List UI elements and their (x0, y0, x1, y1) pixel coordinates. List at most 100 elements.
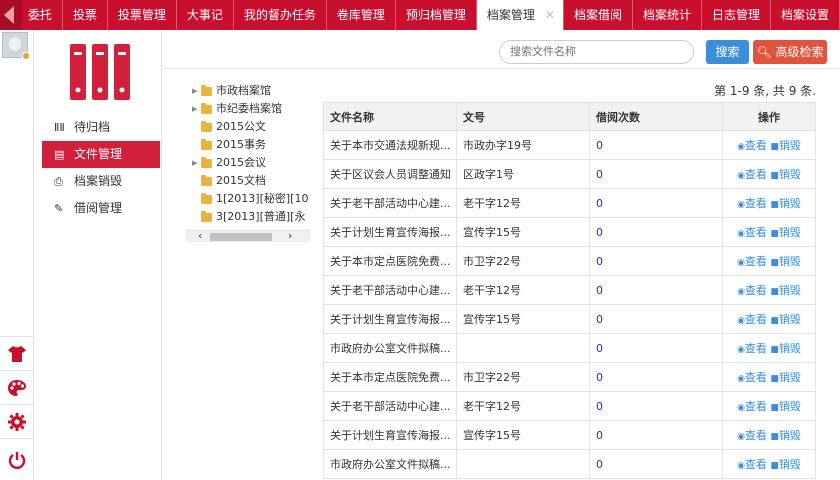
close-icon[interactable]: ✕ (545, 0, 555, 30)
destroy-link[interactable]: ■销毁 (770, 197, 801, 210)
view-link[interactable]: ◉查看 (737, 139, 767, 152)
tab-0[interactable]: 委托 (22, 0, 63, 30)
eye-icon: ◉ (737, 316, 745, 326)
cell-borrow-count: 0 (589, 275, 723, 305)
folder-list-icon: ▤ (54, 148, 65, 161)
menu-item-0[interactable]: ⅡⅡ 待归档 (42, 114, 160, 141)
gear-icon[interactable] (0, 404, 33, 438)
destroy-link[interactable]: ■销毁 (770, 255, 801, 268)
tab-11[interactable]: 档案设置 (771, 0, 840, 30)
view-link[interactable]: ◉查看 (737, 226, 767, 239)
menu-item-3[interactable]: ✎ 借阅管理 (42, 195, 160, 222)
destroy-label: 销毁 (778, 400, 801, 413)
expand-arrow-icon[interactable]: ▶ (192, 154, 197, 172)
table-row: 关于老干部活动中心建... 老干字12号 0 ◉查看 ■销毁 (323, 391, 816, 421)
trash-icon: ■ (770, 432, 779, 442)
view-link[interactable]: ◉查看 (737, 255, 767, 268)
tab-2[interactable]: 投票管理 (108, 0, 177, 30)
cell-borrow-count: 0 (589, 159, 723, 189)
eye-icon: ◉ (737, 374, 745, 384)
view-label: 查看 (744, 255, 767, 268)
folder-icon (201, 193, 212, 204)
expand-arrow-icon[interactable]: ▶ (192, 82, 197, 100)
menu-item-label: 文件管理 (74, 147, 123, 161)
tree-horizontal-scrollbar[interactable]: ‹ › (186, 229, 310, 242)
tree-node-label: 3[2013][普通][永 (216, 210, 306, 223)
cell-ops: ◉查看 ■销毁 (722, 362, 816, 392)
trash-icon: ■ (770, 374, 779, 384)
palette-icon[interactable] (0, 370, 33, 404)
view-link[interactable]: ◉查看 (737, 371, 767, 384)
table-row: 关于老干部活动中心建... 老干字12号 0 ◉查看 ■销毁 (323, 188, 816, 218)
tree-node[interactable]: ▶ 2015会议 (186, 154, 312, 172)
power-icon[interactable] (0, 438, 33, 480)
destroy-link[interactable]: ■销毁 (770, 400, 801, 413)
destroy-link[interactable]: ■销毁 (770, 458, 801, 471)
tab-6[interactable]: 预归档管理 (396, 0, 477, 30)
tab-9[interactable]: 档案统计 (633, 0, 702, 30)
tab-label: 委托 (27, 8, 52, 22)
scroll-left-icon[interactable]: ‹ (198, 229, 202, 242)
menu-item-1[interactable]: ▤ 文件管理 (42, 141, 160, 168)
cell-ops: ◉查看 ■销毁 (722, 217, 816, 247)
tree-node[interactable]: 1[2013][秘密][10 (186, 190, 312, 208)
destroy-link[interactable]: ■销毁 (770, 226, 801, 239)
cell-file-number (456, 449, 590, 479)
cell-file-number: 市卫字22号 (456, 362, 590, 392)
view-link[interactable]: ◉查看 (737, 197, 767, 210)
destroy-link[interactable]: ■销毁 (770, 168, 801, 181)
tab-5[interactable]: 卷库管理 (327, 0, 396, 30)
shredder-icon: ⎙ (54, 175, 63, 188)
col-header-count: 借阅次数 (589, 102, 723, 131)
view-link[interactable]: ◉查看 (737, 429, 767, 442)
view-link[interactable]: ◉查看 (737, 400, 767, 413)
destroy-label: 销毁 (778, 226, 801, 239)
view-link[interactable]: ◉查看 (737, 313, 767, 326)
view-link[interactable]: ◉查看 (737, 168, 767, 181)
search-button[interactable]: 搜索 (706, 40, 749, 64)
destroy-link[interactable]: ■销毁 (770, 313, 801, 326)
tree-node[interactable]: 2015公文 (186, 118, 312, 136)
advanced-search-button[interactable]: 🔍︎ 高级检索 (753, 40, 827, 64)
menu-item-label: 档案销毁 (74, 174, 123, 188)
destroy-link[interactable]: ■销毁 (770, 284, 801, 297)
view-link[interactable]: ◉查看 (737, 342, 767, 355)
expand-arrow-icon[interactable]: ▶ (192, 100, 197, 118)
tree-node[interactable]: 3[2013][普通][永 (186, 208, 312, 226)
trash-icon: ■ (770, 316, 779, 326)
tab-7[interactable]: 档案管理 ✕ (476, 0, 564, 30)
destroy-link[interactable]: ■销毁 (770, 429, 801, 442)
folder-icon (201, 139, 212, 150)
destroy-link[interactable]: ■销毁 (770, 342, 801, 355)
scrollbar-thumb[interactable] (210, 233, 272, 241)
eye-icon: ◉ (737, 142, 745, 152)
tshirt-icon[interactable] (0, 336, 33, 370)
tab-10[interactable]: 日志管理 (702, 0, 771, 30)
nav-scroll-left-button[interactable] (0, 0, 22, 30)
cell-file-name: 关于计划生育宣传海报... (323, 217, 457, 247)
destroy-link[interactable]: ■销毁 (770, 139, 801, 152)
view-link[interactable]: ◉查看 (737, 458, 767, 471)
tab-1[interactable]: 投票 (63, 0, 108, 30)
eye-icon: ◉ (737, 200, 745, 210)
tab-4[interactable]: 我的督办任务 (234, 0, 327, 30)
cell-borrow-count: 0 (589, 449, 723, 479)
tab-8[interactable]: 档案借阅 (564, 0, 633, 30)
cell-file-name: 关于本市定点医院免费... (323, 362, 457, 392)
top-nav: 委托 投票 投票管理 大事记 我的督办任务 卷库管理 预归档管理 档案管理 ✕ 档案借阅 档案统计 日… (0, 0, 840, 30)
tree-node[interactable]: 2015文档 (186, 172, 312, 190)
destroy-label: 销毁 (778, 139, 801, 152)
tree-node[interactable]: ▶ 市纪委档案馆 (186, 100, 312, 118)
menu-item-2[interactable]: ⎙ 档案销毁 (42, 168, 160, 195)
destroy-link[interactable]: ■销毁 (770, 371, 801, 384)
view-link[interactable]: ◉查看 (737, 284, 767, 297)
search-input[interactable] (499, 40, 694, 64)
file-table: 文件名称 文号 借阅次数 操作 关于本市交通法规新规... 市政办字19号 0 ◉查看… (323, 102, 816, 479)
tree-node[interactable]: 2015事务 (186, 136, 312, 154)
scroll-right-icon[interactable]: › (288, 229, 292, 242)
eye-icon: ◉ (737, 171, 745, 181)
tab-3[interactable]: 大事记 (177, 0, 234, 30)
cell-file-number: 宣传字15号 (456, 304, 590, 334)
tab-label: 投票管理 (117, 8, 166, 22)
tree-node[interactable]: ▶ 市政档案馆 (186, 82, 312, 100)
